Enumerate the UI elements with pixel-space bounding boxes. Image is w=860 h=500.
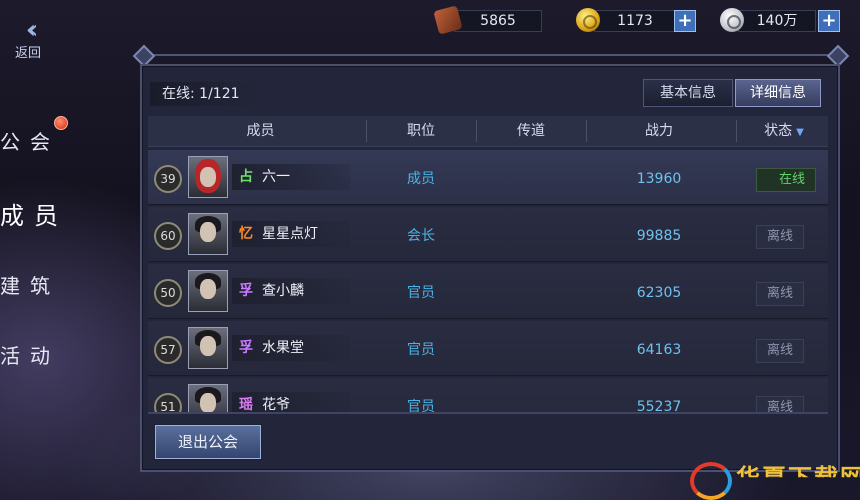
- status-badge: 离线: [756, 339, 804, 363]
- sidebar-item-activities[interactable]: 活动: [0, 340, 60, 380]
- member-row[interactable]: 57 孚 水果堂 官员 64163 离线: [148, 321, 828, 376]
- back-label: 返回: [14, 46, 41, 61]
- level-badge: 39: [154, 165, 182, 193]
- member-name: 花爷: [262, 397, 290, 412]
- member-role: 会长: [407, 228, 435, 244]
- class-icon: 孚: [239, 340, 253, 356]
- column-role: 职位: [407, 123, 435, 139]
- column-power: 战力: [645, 123, 673, 139]
- back-chevron-icon: ‹‹: [25, 15, 39, 45]
- status-badge: 离线: [756, 396, 804, 412]
- resource-gold-value: 1173: [594, 10, 676, 32]
- table-header: 成员 职位 传道 战力 状态 ▼: [148, 116, 828, 147]
- member-role: 官员: [407, 342, 435, 358]
- gold-coin-icon: [576, 8, 600, 32]
- member-role: 官员: [407, 285, 435, 301]
- avatar[interactable]: [188, 270, 228, 312]
- class-icon: 瑶: [239, 397, 253, 412]
- member-name: 查小麟: [262, 283, 304, 299]
- online-count: 在线: 1/121: [150, 82, 262, 106]
- avatar[interactable]: [188, 384, 228, 412]
- resource-book: 5865: [433, 5, 542, 35]
- member-name: 星星点灯: [262, 226, 318, 242]
- member-power: 64163: [636, 342, 682, 358]
- member-row[interactable]: 39 占 六一 成员 13960 在线: [148, 150, 828, 205]
- resource-silver-value: 140万: [738, 10, 816, 32]
- class-icon: 占: [239, 169, 253, 185]
- panel-frame-decoration: [130, 44, 850, 68]
- member-name: 水果堂: [262, 340, 304, 356]
- add-gold-button[interactable]: +: [674, 10, 696, 32]
- watermark-text: 华夏下载网: [736, 464, 860, 492]
- avatar[interactable]: [188, 327, 228, 369]
- member-list[interactable]: 39 占 六一 成员 13960 在线 60 忆 星星点灯 会长 99885 离…: [148, 150, 828, 412]
- class-icon: 忆: [239, 226, 253, 242]
- member-name: 六一: [262, 169, 290, 185]
- watermark-logo-icon: [690, 462, 732, 500]
- tab-basic-info[interactable]: 基本信息: [643, 79, 733, 107]
- level-badge: 51: [154, 393, 182, 412]
- add-silver-button[interactable]: +: [818, 10, 840, 32]
- level-badge: 57: [154, 336, 182, 364]
- quit-guild-button[interactable]: 退出公会: [155, 425, 261, 459]
- avatar[interactable]: [188, 156, 228, 198]
- column-status[interactable]: 状态 ▼: [756, 116, 812, 146]
- resource-silver: 140万 +: [720, 8, 840, 32]
- silver-coin-icon: [720, 8, 744, 32]
- status-badge: 离线: [756, 225, 804, 249]
- column-sect: 传道: [517, 123, 545, 139]
- resource-gold: 1173 +: [576, 8, 696, 32]
- sidebar-item-buildings[interactable]: 建筑: [0, 270, 60, 310]
- member-power: 55237: [636, 399, 682, 412]
- tab-detailed-info[interactable]: 详细信息: [735, 79, 821, 107]
- status-badge: 离线: [756, 282, 804, 306]
- column-member: 成员: [246, 123, 275, 139]
- member-power: 99885: [636, 228, 682, 244]
- member-row[interactable]: 60 忆 星星点灯 会长 99885 离线: [148, 207, 828, 262]
- list-divider: [148, 412, 828, 414]
- sidebar-item-guild[interactable]: 公会: [0, 126, 60, 166]
- column-status-label: 状态: [764, 123, 793, 139]
- notification-badge: [54, 116, 68, 130]
- member-power: 13960: [636, 171, 682, 187]
- member-role: 官员: [407, 399, 435, 412]
- member-row[interactable]: 51 瑶 花爷 官员 55237 离线: [148, 378, 828, 412]
- sidebar-item-members[interactable]: 成员: [0, 196, 68, 236]
- avatar[interactable]: [188, 213, 228, 255]
- status-badge: 在线: [756, 168, 816, 192]
- member-role: 成员: [407, 171, 435, 187]
- class-icon: 孚: [239, 283, 253, 299]
- sort-down-icon: ▼: [796, 127, 804, 138]
- level-badge: 60: [154, 222, 182, 250]
- level-badge: 50: [154, 279, 182, 307]
- member-power: 62305: [636, 285, 682, 301]
- resource-book-value: 5865: [454, 10, 542, 32]
- member-row[interactable]: 50 孚 查小麟 官员 62305 离线: [148, 264, 828, 319]
- back-button[interactable]: ‹‹ 返回: [8, 15, 48, 61]
